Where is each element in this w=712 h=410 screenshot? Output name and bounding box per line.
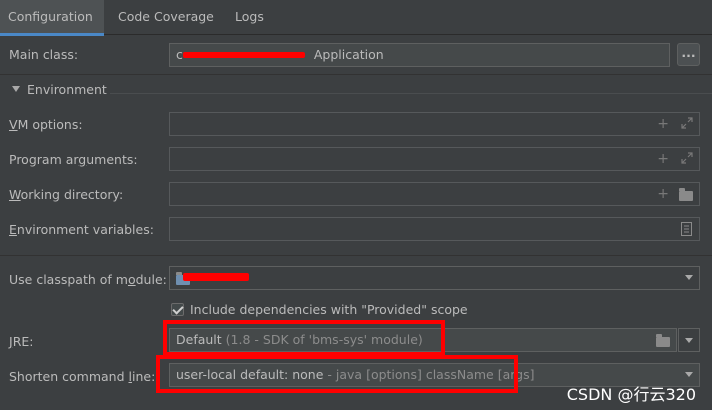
main-class-prefix: c [176,47,183,62]
watermark: CSDN @行云320 [566,385,696,404]
main-class-label: Main class: [9,47,79,62]
tab-configuration[interactable]: Configuration [0,0,104,36]
mnemonic: o [127,272,136,287]
chevron-down-icon [685,338,693,343]
mnemonic: E [9,222,17,237]
label-text: Use classpath of m [9,272,128,287]
label-text: orking directory: [20,187,124,202]
environment-section-label: Environment [27,82,107,97]
classpath-module-label: Use classpath of module: [9,272,167,287]
tab-bar: Configuration Code Coverage Logs [0,0,712,36]
jre-label: JRE: [9,334,33,349]
divider [0,74,712,75]
label-text: M options: [17,117,83,132]
vm-options-field[interactable]: + [169,112,700,136]
environment-section-toggle[interactable]: Environment [12,82,107,97]
chevron-down-icon [12,86,20,92]
browse-main-class-button[interactable]: ... [677,43,700,66]
folder-icon[interactable] [679,188,693,201]
jre-dropdown-button[interactable] [678,328,700,352]
program-arguments-field[interactable]: + [169,147,700,171]
program-arguments-label: Program arguments: [9,152,138,167]
chevron-down-icon[interactable] [685,372,693,377]
label-text: uments: [86,152,138,167]
tab-label: Configuration [8,9,93,24]
redaction-mark [183,273,249,281]
label-text: nvironment variables: [16,222,154,237]
working-directory-field[interactable]: + [169,182,700,206]
include-provided-checkbox[interactable] [171,303,184,316]
section-rule [110,93,712,94]
include-provided-label[interactable]: Include dependencies with "Provided" sco… [190,302,468,317]
label-text: Shorten command [9,369,129,384]
redaction-mark [183,52,305,58]
environment-variables-label: Environment variables: [9,222,154,237]
plus-icon[interactable]: + [657,116,675,132]
expand-icon[interactable] [681,117,693,129]
label-text: RE: [12,334,34,349]
chevron-down-icon[interactable] [685,275,693,280]
mnemonic: V [9,117,18,132]
mnemonic: W [9,187,21,202]
folder-icon[interactable] [656,334,670,347]
tab-logs[interactable]: Logs [227,0,272,35]
label-text: Program ar [9,152,79,167]
label-text: ine: [131,369,156,384]
main-class-suffix: Application [313,47,384,62]
tab-code-coverage[interactable]: Code Coverage [110,0,222,35]
expand-icon[interactable] [681,152,693,164]
working-directory-label: Working directory: [9,187,123,202]
shorten-command-line-label: Shorten command line: [9,369,155,384]
highlight-box [163,320,445,356]
highlight-box [156,355,518,393]
label-text: dule: [135,272,167,287]
tab-label: Code Coverage [118,9,214,24]
vm-options-label: VM options: [9,117,83,132]
plus-icon[interactable]: + [657,186,675,202]
environment-variables-field[interactable] [169,217,700,241]
plus-icon[interactable]: + [657,151,675,167]
document-icon[interactable] [681,222,692,236]
tab-label: Logs [235,9,264,24]
divider [0,255,712,256]
